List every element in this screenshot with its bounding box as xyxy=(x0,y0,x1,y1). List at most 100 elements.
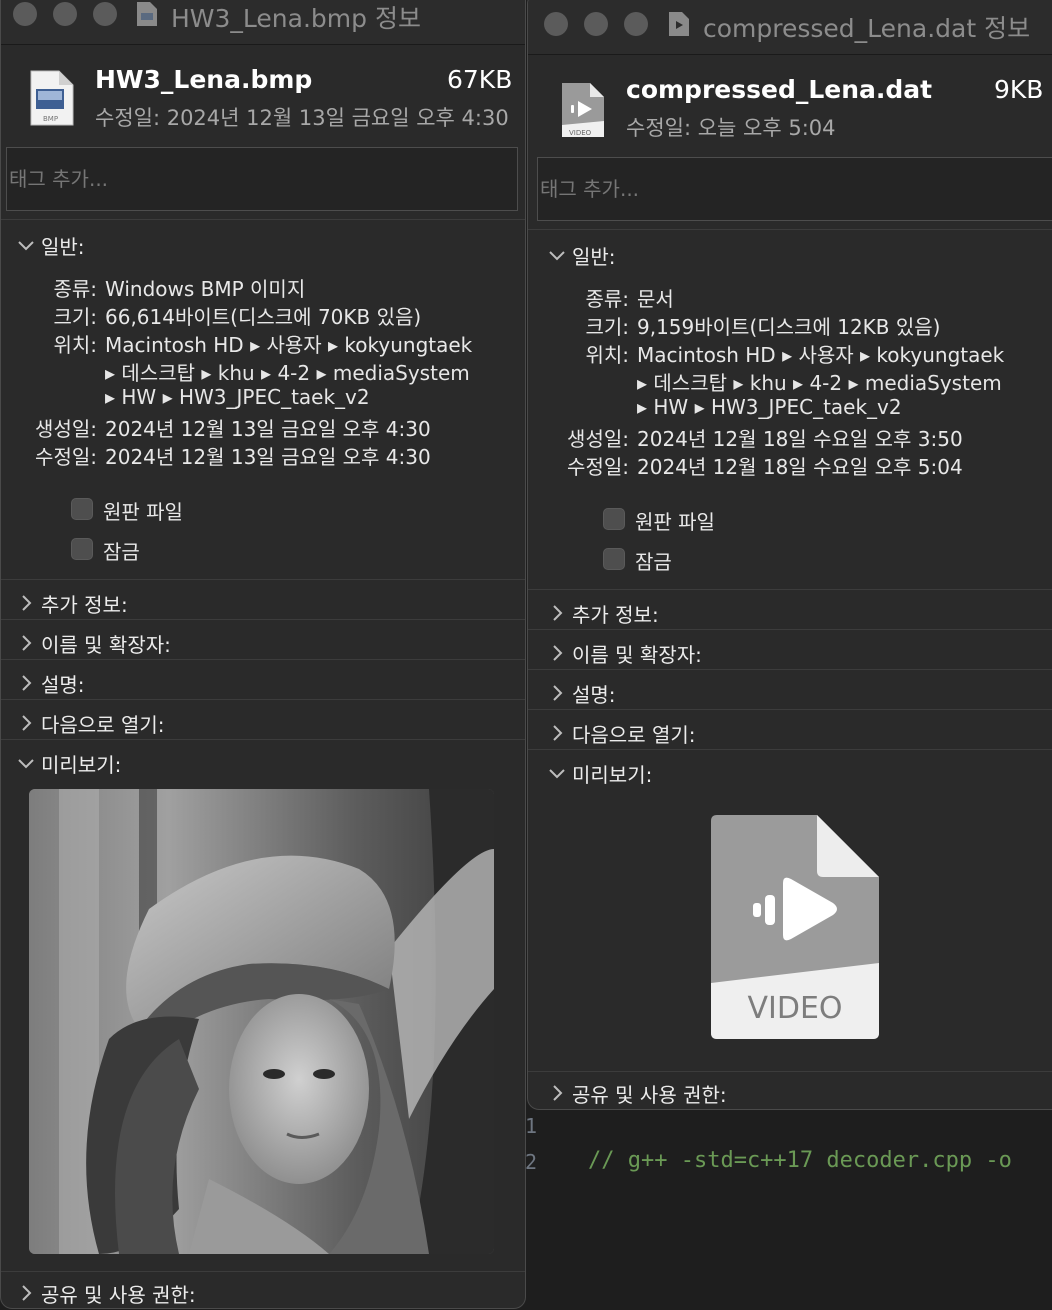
kind-key: 종류: xyxy=(53,277,97,301)
preview-section-header[interactable]: 미리보기: xyxy=(546,755,1046,793)
created-value: 2024년 12월 18일 수요일 오후 3:50 xyxy=(637,427,963,451)
bmp-doc-icon xyxy=(137,2,157,26)
where-value-line1: Macintosh HD ▸ 사용자 ▸ kokyungtaek xyxy=(637,343,1005,367)
zoom-button[interactable] xyxy=(93,2,117,26)
left-info-window: HW3_Lena.bmp 정보 BMP HW3_Lena.bmp 67KB 수정… xyxy=(0,0,526,1309)
chevron-right-icon xyxy=(553,725,563,741)
sharing-section-header[interactable]: 공유 및 사용 권한: xyxy=(15,1275,515,1308)
chevron-right-icon xyxy=(22,635,32,651)
right-info-window: compressed_Lena.dat 정보 VIDEO compressed_… xyxy=(527,0,1052,1110)
separator xyxy=(1,699,525,700)
open-with-section-header[interactable]: 다음으로 열기: xyxy=(546,715,1046,753)
open-with-label: 다음으로 열기: xyxy=(41,713,165,737)
open-with-label: 다음으로 열기: xyxy=(572,723,696,747)
file-size: 67KB xyxy=(447,65,513,94)
close-button[interactable] xyxy=(13,2,37,26)
stationery-checkbox[interactable] xyxy=(603,508,625,530)
comments-label: 설명: xyxy=(572,683,616,707)
modified-value: 2024년 12월 13일 금요일 오후 4:30 xyxy=(105,445,431,469)
video-doc-icon xyxy=(669,12,689,36)
more-info-section-header[interactable]: 추가 정보: xyxy=(546,595,1046,633)
modified-key: 수정일: xyxy=(567,455,629,479)
file-name: HW3_Lena.bmp xyxy=(95,65,313,94)
where-key: 위치: xyxy=(53,333,97,357)
where-value-line3: ▸ HW ▸ HW3_JPEC_taek_v2 xyxy=(105,385,370,409)
separator xyxy=(1,659,525,660)
chevron-right-icon xyxy=(553,645,563,661)
where-key: 위치: xyxy=(585,343,629,367)
size-key: 크기: xyxy=(585,315,629,339)
name-ext-label: 이름 및 확장자: xyxy=(41,633,171,657)
size-key: 크기: xyxy=(53,305,97,329)
chevron-right-icon xyxy=(22,675,32,691)
minimize-button[interactable] xyxy=(53,2,77,26)
minimize-button[interactable] xyxy=(584,12,608,36)
comments-section-header[interactable]: 설명: xyxy=(546,675,1046,713)
separator xyxy=(528,629,1052,630)
zoom-button[interactable] xyxy=(624,12,648,36)
chevron-right-icon xyxy=(22,715,32,731)
separator xyxy=(528,1071,1052,1072)
name-ext-section-header[interactable]: 이름 및 확장자: xyxy=(546,635,1046,673)
separator xyxy=(528,709,1052,710)
tag-input[interactable] xyxy=(6,147,518,211)
where-value-line1: Macintosh HD ▸ 사용자 ▸ kokyungtaek xyxy=(105,333,473,357)
chevron-right-icon xyxy=(553,605,563,621)
preview-section-header[interactable]: 미리보기: xyxy=(15,745,515,783)
chevron-down-icon xyxy=(549,251,565,261)
tag-input[interactable] xyxy=(537,157,1052,221)
separator xyxy=(528,589,1052,590)
stationery-checkbox[interactable] xyxy=(71,498,93,520)
code-comment: // g++ -std=c++17 decoder.cpp -o xyxy=(588,1148,1012,1173)
preview-label: 미리보기: xyxy=(41,753,122,777)
modified-summary: 수정일: 오늘 오후 5:04 xyxy=(626,116,836,140)
general-section-header[interactable]: 일반: xyxy=(546,237,1046,275)
left-titlebar[interactable]: HW3_Lena.bmp 정보 xyxy=(1,0,525,45)
more-info-label: 추가 정보: xyxy=(41,593,128,617)
sharing-section-header[interactable]: 공유 및 사용 권한: xyxy=(546,1075,1046,1109)
size-value: 9,159바이트(디스크에 12KB 있음) xyxy=(637,315,941,339)
separator xyxy=(528,749,1052,750)
name-ext-section-header[interactable]: 이름 및 확장자: xyxy=(15,625,515,663)
more-info-section-header[interactable]: 추가 정보: xyxy=(15,585,515,623)
modified-summary: 수정일: 2024년 12월 13일 금요일 오후 4:30 xyxy=(95,106,509,130)
close-button[interactable] xyxy=(544,12,568,36)
chevron-down-icon xyxy=(18,759,34,769)
kind-value: 문서 xyxy=(637,287,674,311)
separator xyxy=(1,739,525,740)
lena-portrait-image xyxy=(29,789,494,1254)
name-ext-label: 이름 및 확장자: xyxy=(572,643,702,667)
created-value: 2024년 12월 13일 금요일 오후 4:30 xyxy=(105,417,431,441)
separator xyxy=(1,219,525,220)
stationery-label: 원판 파일 xyxy=(635,510,715,534)
where-value-line3: ▸ HW ▸ HW3_JPEC_taek_v2 xyxy=(637,395,902,419)
file-size: 9KB xyxy=(994,75,1044,104)
chevron-right-icon xyxy=(553,1085,563,1101)
created-key: 생성일: xyxy=(567,427,629,451)
where-value-line2: ▸ 데스크탑 ▸ khu ▸ 4-2 ▸ mediaSystem xyxy=(637,371,1002,395)
locked-checkbox[interactable] xyxy=(71,538,93,560)
general-section-header[interactable]: 일반: xyxy=(15,227,515,265)
open-with-section-header[interactable]: 다음으로 열기: xyxy=(15,705,515,743)
chevron-down-icon xyxy=(18,241,34,251)
locked-checkbox[interactable] xyxy=(603,548,625,570)
icon-caption: BMP xyxy=(43,115,58,123)
separator xyxy=(1,579,525,580)
window-title: compressed_Lena.dat 정보 xyxy=(703,14,1031,43)
created-key: 생성일: xyxy=(35,417,97,441)
kind-value: Windows BMP 이미지 xyxy=(105,277,306,301)
image-preview xyxy=(29,789,494,1254)
separator xyxy=(1,619,525,620)
right-titlebar[interactable]: compressed_Lena.dat 정보 xyxy=(528,0,1052,55)
comments-section-header[interactable]: 설명: xyxy=(15,665,515,703)
modified-key: 수정일: xyxy=(35,445,97,469)
where-value-line2: ▸ 데스크탑 ▸ khu ▸ 4-2 ▸ mediaSystem xyxy=(105,361,470,385)
chevron-right-icon xyxy=(22,595,32,611)
size-value: 66,614바이트(디스크에 70KB 있음) xyxy=(105,305,422,329)
modified-value: 2024년 12월 18일 수요일 오후 5:04 xyxy=(637,455,963,479)
chevron-down-icon xyxy=(549,769,565,779)
video-file-icon: VIDEO xyxy=(562,83,604,137)
bmp-file-icon: BMP xyxy=(30,70,74,126)
stationery-label: 원판 파일 xyxy=(103,500,183,524)
more-info-label: 추가 정보: xyxy=(572,603,659,627)
